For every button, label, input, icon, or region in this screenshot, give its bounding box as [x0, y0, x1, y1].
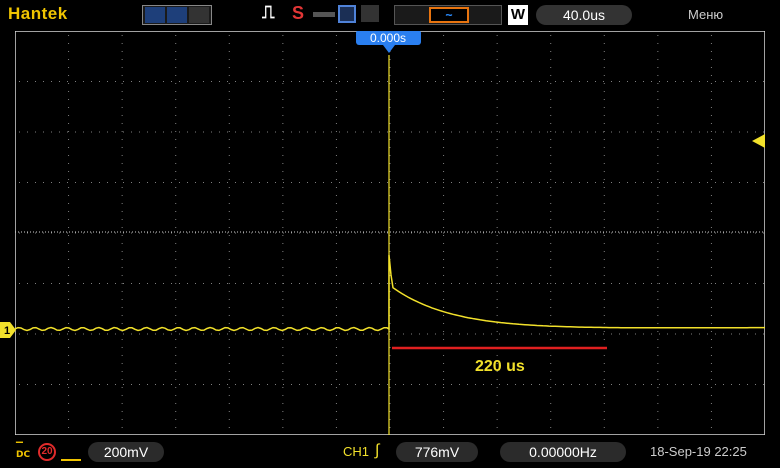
channel-1-marker[interactable]: 1 — [0, 322, 17, 338]
channel-scale[interactable]: 200mV — [88, 442, 164, 462]
window-label: W — [508, 5, 528, 25]
memory-window-bar: ~ — [394, 5, 502, 25]
trigger-level[interactable]: 776mV — [396, 442, 478, 462]
print-icon[interactable] — [361, 5, 379, 22]
channel-1-marker-label: 1 — [4, 325, 10, 337]
timebase-value[interactable]: 40.0us — [536, 5, 632, 25]
wave-icon[interactable] — [145, 7, 165, 23]
probe-icon[interactable] — [61, 445, 81, 461]
status-bar: ▔ DC 20 200mV CH1 ∫ 776mV 0.00000Hz 18-Se… — [0, 438, 780, 468]
usb-icon — [313, 12, 335, 17]
dc-coupling-icon[interactable]: ▔ DC — [16, 444, 34, 464]
stop-status: S — [292, 3, 305, 23]
save-icon[interactable] — [338, 5, 356, 23]
brand-logo: Hantek — [8, 4, 68, 23]
frequency-readout: 0.00000Hz — [500, 442, 626, 462]
trigger-channel[interactable]: CH1 — [343, 444, 369, 459]
rising-edge-icon: ∫ — [375, 442, 380, 459]
top-toolbar: Hantek ⎍ S ~ W 40.0us Меню — [0, 0, 780, 30]
pulse-icon[interactable]: ⎍ — [262, 2, 275, 23]
display-mode-toolbar — [142, 5, 212, 25]
trigger-time-label: 0.000s — [370, 31, 406, 45]
annotation-text: 220 us — [475, 358, 525, 375]
bandwidth-limit-badge[interactable]: 20 — [38, 443, 56, 461]
line-icon[interactable] — [167, 7, 187, 23]
menu-button[interactable]: Меню — [688, 7, 723, 22]
memory-window-indicator: ~ — [429, 7, 469, 23]
color-icon[interactable] — [189, 7, 209, 23]
datetime: 18-Sep-19 22:25 — [650, 444, 747, 459]
waveform-display: 220 us 0.000s — [15, 31, 765, 435]
